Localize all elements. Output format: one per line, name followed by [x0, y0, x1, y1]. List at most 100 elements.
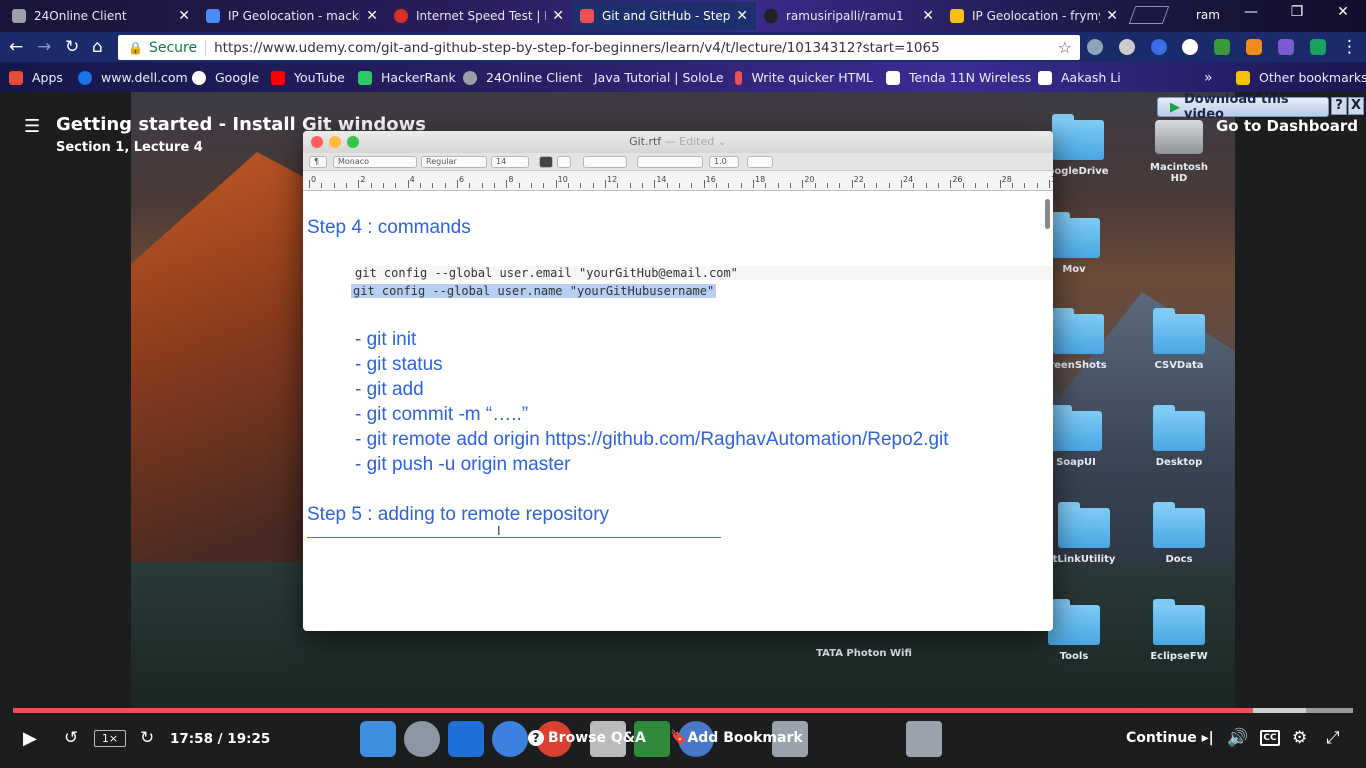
ruler-tick [518, 183, 520, 188]
playback-speed-button[interactable]: 1× [94, 730, 126, 747]
font-family-select: Monaco [333, 156, 417, 168]
extension-icon[interactable] [1214, 39, 1230, 55]
tab-speed-test[interactable]: Internet Speed Test | Fa ✕ [386, 2, 572, 30]
restore-button[interactable]: ❐ [1274, 4, 1320, 20]
play-icon: ▶ [1170, 99, 1180, 115]
bookmark-youtube[interactable]: YouTube [271, 70, 345, 85]
bookmark-aakash[interactable]: Aakash Li [1038, 70, 1128, 85]
folder-icon [1048, 599, 1100, 645]
extension-icon[interactable] [1182, 39, 1198, 55]
tab-github[interactable]: ramusiripalli/ramu1 ✕ [756, 2, 942, 30]
tab-24online[interactable]: 24Online Client ✕ [4, 2, 198, 30]
tab-udemy-active[interactable]: Git and GitHub - Step b ✕ [572, 2, 756, 30]
ruler-tick [703, 180, 705, 188]
bookmark-icon: 🔖 [670, 730, 688, 746]
finder-icon [360, 721, 396, 757]
bold-italic-underline-group [583, 156, 627, 168]
bookmark-apps[interactable]: Apps [9, 70, 63, 85]
udemy-icon [735, 70, 743, 85]
close-window-button[interactable]: ✕ [1320, 4, 1366, 20]
download-close-button[interactable]: X [1348, 97, 1364, 115]
wifi-icon [463, 70, 477, 85]
textedit-document: Step 4 : commands git config --global us… [303, 191, 1053, 631]
download-help-button[interactable]: ? [1331, 97, 1347, 115]
tab-title: Internet Speed Test | Fa [416, 9, 547, 23]
divider [205, 39, 207, 56]
extension-icon[interactable] [1151, 39, 1167, 55]
new-tab-button[interactable] [1128, 6, 1170, 24]
extension-icon[interactable] [1310, 39, 1326, 55]
continue-button[interactable]: Continue ▸| [1126, 730, 1214, 746]
bookmark-dell[interactable]: www.dell.com [78, 70, 188, 85]
close-tab-icon[interactable]: ✕ [178, 8, 190, 24]
close-tab-icon[interactable]: ✕ [1106, 8, 1118, 24]
forward-icon[interactable]: ↻ [140, 728, 154, 748]
question-icon: ? [528, 730, 544, 746]
ruler-tick [629, 183, 631, 188]
ruler-tick [568, 183, 569, 188]
download-video-button[interactable]: ▶ Download this video [1157, 92, 1329, 122]
config-email-line: git config --global user.email "yourGitH… [355, 266, 1053, 280]
close-tab-icon[interactable]: ✕ [366, 8, 378, 24]
tab-ip-geolocation-1[interactable]: IP Geolocation - mackip ✕ [198, 2, 386, 30]
extension-icon[interactable] [1087, 39, 1103, 55]
list-select [747, 156, 773, 168]
font-size-select: 14 [491, 156, 529, 168]
bookmark-label: Aakash Li [1061, 70, 1121, 85]
bookmark-google[interactable]: Google [192, 70, 259, 85]
trash-icon [906, 721, 942, 757]
folder-icon [1050, 405, 1102, 451]
address-bar[interactable]: 🔒 Secure https://www.udemy.com/git-and-g… [118, 35, 1080, 60]
extension-icon[interactable] [1119, 39, 1135, 55]
ruler-number: 30 [1051, 175, 1053, 184]
forward-icon[interactable]: → [37, 37, 51, 57]
other-bookmarks[interactable]: Other bookmarks [1236, 70, 1366, 85]
go-to-dashboard-link[interactable]: Go to Dashboard [1216, 117, 1358, 135]
fullscreen-icon[interactable]: ⤢ [1326, 728, 1340, 748]
extension-icon[interactable] [1278, 39, 1294, 55]
rewind-icon[interactable]: ↺ [64, 728, 78, 748]
tab-ip-geolocation-2[interactable]: IP Geolocation - frymyi ✕ [942, 2, 1126, 30]
home-icon[interactable]: ⌂ [92, 37, 103, 57]
tab-title: ramusiripalli/ramu1 [786, 9, 904, 23]
play-icon[interactable]: ▶ [23, 728, 37, 749]
ruler-tick [469, 183, 471, 188]
ruler-tick [1024, 183, 1026, 188]
continue-label: Continue [1126, 730, 1197, 746]
bookmark-write-quicker[interactable]: Write quicker HTML [735, 70, 873, 85]
url-text[interactable]: https://www.udemy.com/git-and-github-ste… [214, 40, 940, 56]
close-tab-icon[interactable]: ✕ [922, 8, 934, 24]
hard-drive-icon [1155, 120, 1203, 154]
bookmark-sololearn[interactable]: Java Tutorial | SoloLe [585, 70, 723, 85]
close-tab-icon[interactable]: ✕ [552, 8, 564, 24]
desktop-wifi-item: TATA Photon Wifi [814, 648, 914, 659]
settings-gear-icon[interactable]: ⚙ [1292, 728, 1307, 748]
folder-icon [1153, 599, 1205, 645]
bookmark-tenda[interactable]: Tenda 11N Wireless [886, 70, 1031, 85]
folder-icon [1052, 114, 1104, 160]
ruler-tick [876, 183, 878, 188]
text-cursor-icon: I [497, 524, 501, 538]
captions-button[interactable]: CC [1260, 730, 1280, 746]
close-tab-icon[interactable]: ✕ [736, 8, 748, 24]
bookmark-star-icon[interactable]: ☆ [1058, 38, 1072, 57]
volume-icon[interactable]: 🔊 [1227, 728, 1248, 748]
minimize-button[interactable]: — [1228, 4, 1274, 20]
bookmark-hackerrank[interactable]: HackerRank [358, 70, 456, 85]
curriculum-menu-icon[interactable]: ☰ [24, 116, 40, 137]
back-icon[interactable]: ← [9, 37, 23, 57]
menu-icon[interactable]: ⋮ [1341, 37, 1358, 57]
browse-qa-label: Browse Q&A [548, 730, 646, 746]
bookmark-24online[interactable]: 24Online Client [463, 70, 582, 85]
ruler-number: 6 [459, 175, 465, 184]
ruler-tick [1036, 183, 1038, 188]
add-bookmark-button[interactable]: 🔖Add Bookmark [670, 730, 803, 746]
more-bookmarks-chevron[interactable]: » [1204, 70, 1213, 86]
bookmark-label: Apps [32, 70, 63, 85]
reload-icon[interactable]: ↻ [65, 37, 79, 57]
extension-icon[interactable] [1246, 39, 1262, 55]
text-color-swatch [539, 156, 553, 168]
browse-qa-button[interactable]: ? Browse Q&A [528, 730, 646, 746]
profile-name[interactable]: ram [1196, 8, 1220, 22]
google-icon [192, 70, 206, 85]
